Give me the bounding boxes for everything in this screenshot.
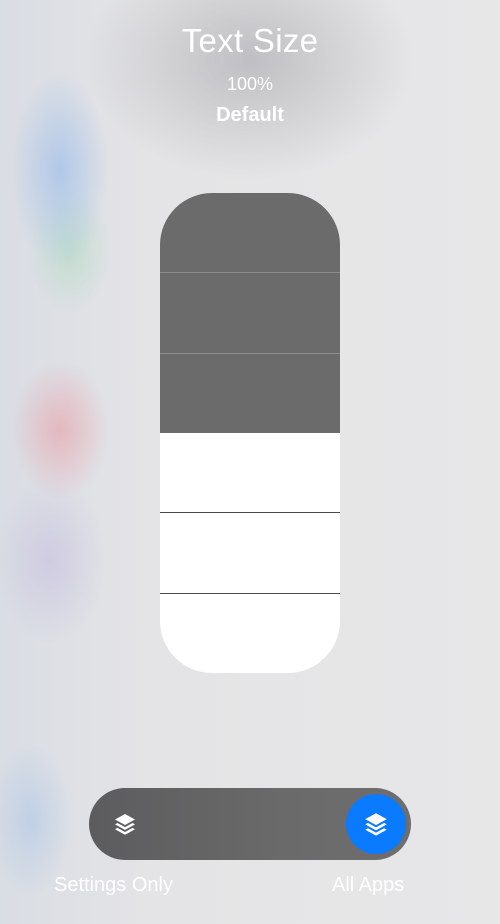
text-size-level: Default — [216, 104, 284, 126]
scope-toggle[interactable] — [89, 788, 411, 860]
layers-icon — [115, 814, 135, 835]
all-apps-button[interactable] — [346, 794, 406, 854]
text-size-slider[interactable] — [160, 193, 340, 673]
slider-step-2[interactable] — [160, 512, 340, 593]
slider-step-4[interactable] — [160, 352, 340, 433]
slider-step-3[interactable] — [160, 432, 340, 513]
settings-only-button[interactable] — [107, 806, 143, 842]
all-apps-label: All Apps — [332, 874, 405, 896]
text-size-percent: 100% — [226, 74, 274, 94]
settings-only-label: Settings Only — [54, 874, 173, 896]
panel-title: Text Size — [181, 22, 319, 59]
slider-step-6[interactable] — [160, 193, 340, 273]
slider-step-5[interactable] — [160, 272, 340, 353]
layers-icon — [365, 813, 387, 836]
slider-step-1[interactable] — [160, 592, 340, 673]
